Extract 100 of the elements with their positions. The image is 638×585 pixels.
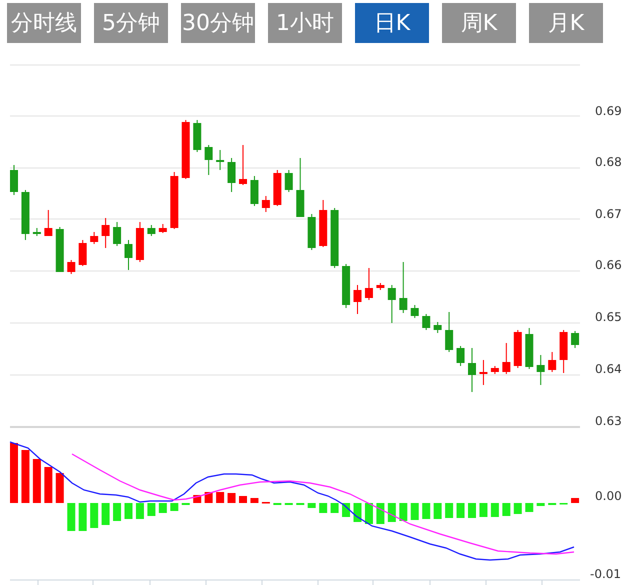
- candlestick: [479, 360, 488, 386]
- period-tab[interactable]: 分时线: [7, 3, 81, 43]
- macd-histogram-bar: [388, 503, 396, 522]
- candlestick: [284, 170, 293, 192]
- macd-histogram-bar: [571, 498, 580, 503]
- candlestick: [354, 284, 362, 314]
- macd-histogram-bar: [319, 503, 328, 513]
- candlestick: [456, 346, 465, 366]
- macd-axis-label: -0.01: [590, 567, 622, 581]
- candlestick: [67, 260, 76, 274]
- candlestick: [410, 304, 419, 318]
- candlestick: [376, 282, 384, 290]
- macd-histogram-bar: [21, 450, 30, 503]
- candlestick: [560, 330, 568, 374]
- macd-histogram-bar: [468, 503, 476, 518]
- candlestick: [434, 322, 442, 334]
- price-axis-label: 0.68: [595, 155, 622, 169]
- period-tab[interactable]: 日K: [355, 3, 429, 43]
- macd-histogram-bar: [124, 503, 132, 519]
- candlestick: [296, 158, 304, 218]
- candlestick: [330, 208, 339, 268]
- macd-histogram-bar: [514, 503, 522, 514]
- macd-histogram-bar: [239, 496, 247, 503]
- macd-histogram-bar: [147, 503, 156, 516]
- candlestick: [468, 348, 476, 392]
- candlestick: [216, 150, 224, 170]
- macd-histogram-bar: [136, 503, 144, 519]
- candlestick: [239, 144, 247, 186]
- candlestick: [102, 218, 110, 248]
- period-tab[interactable]: 30分钟: [181, 3, 255, 43]
- macd-histogram-bar: [56, 473, 64, 503]
- candlestick: [204, 144, 213, 176]
- candlestick: [525, 328, 534, 370]
- macd-histogram-bar: [250, 498, 258, 503]
- price-axis-label: 0.63: [595, 414, 622, 428]
- price-axis-label: 0.64: [595, 362, 622, 376]
- macd-histogram-bar: [525, 503, 534, 512]
- price-axis-label: 0.65: [595, 310, 622, 324]
- macd-histogram-bar: [502, 503, 510, 516]
- macd-histogram-bar: [78, 503, 87, 531]
- period-tab[interactable]: 周K: [442, 3, 516, 43]
- candlestick: [90, 232, 98, 244]
- macd-axis-label: 0.00: [595, 489, 622, 503]
- candlestick: [548, 352, 556, 372]
- macd-histogram-bar: [10, 443, 18, 503]
- macd-histogram-bar: [490, 503, 499, 517]
- macd-histogram-bar: [158, 503, 167, 513]
- price-axis-label: 0.66: [595, 258, 622, 272]
- candlestick: [193, 120, 202, 152]
- price-axis-label: 0.69: [595, 104, 622, 118]
- macd-histogram-bar: [44, 467, 52, 503]
- macd-histogram-bar: [434, 503, 442, 519]
- macd-histogram-bar: [456, 503, 465, 518]
- macd-histogram-bar: [113, 503, 122, 521]
- macd-histogram-bar: [67, 503, 76, 531]
- candlestick: [262, 196, 270, 212]
- candlestick: [273, 170, 282, 206]
- macd-histogram-bar: [102, 503, 110, 525]
- macd-histogram-bar: [216, 492, 224, 503]
- candlestick: [514, 330, 522, 368]
- macd-histogram-bar: [308, 503, 316, 508]
- candlestick: [10, 164, 18, 196]
- candlestick: [250, 176, 258, 206]
- candlestick: [21, 190, 30, 240]
- period-tab[interactable]: 1小时: [268, 3, 342, 43]
- macd-histogram-bar: [445, 503, 454, 518]
- macd-histogram-bar: [364, 503, 373, 524]
- macd-histogram-bar: [410, 503, 419, 520]
- macd-histogram-bar: [32, 459, 41, 503]
- macd-histogram-bar: [479, 503, 488, 517]
- macd-histogram-bar: [330, 503, 339, 513]
- candlestick: [445, 312, 454, 352]
- candlestick: [571, 330, 580, 348]
- macd-histogram-bar: [170, 503, 178, 511]
- macd-histogram-bar: [354, 503, 362, 522]
- candlestick: [422, 314, 430, 330]
- candlestick: [182, 120, 190, 180]
- macd-histogram-bar: [422, 503, 430, 519]
- candlestick: [136, 222, 144, 262]
- candlestick: [502, 342, 510, 374]
- candlestick: [147, 224, 156, 236]
- candlestick: [319, 200, 328, 248]
- candlestick: [364, 268, 373, 300]
- candlestick: [56, 226, 64, 272]
- macd-histogram-bar: [228, 493, 236, 503]
- candlestick: [536, 354, 545, 386]
- period-tab[interactable]: 5分钟: [94, 3, 168, 43]
- candlestick: [124, 240, 132, 270]
- macd-histogram-bar: [536, 503, 545, 506]
- candlestick: [158, 224, 167, 234]
- period-tab[interactable]: 月K: [529, 3, 603, 43]
- candlestick: [78, 240, 87, 266]
- candlestick: [490, 366, 499, 374]
- candlestick: [32, 228, 41, 236]
- macd-histogram-bar: [399, 503, 408, 521]
- candlestick: [399, 262, 408, 314]
- candlestick: [342, 264, 350, 308]
- macd-histogram-bar: [376, 503, 384, 524]
- candlestick: [113, 222, 122, 246]
- candlestick: [388, 284, 396, 324]
